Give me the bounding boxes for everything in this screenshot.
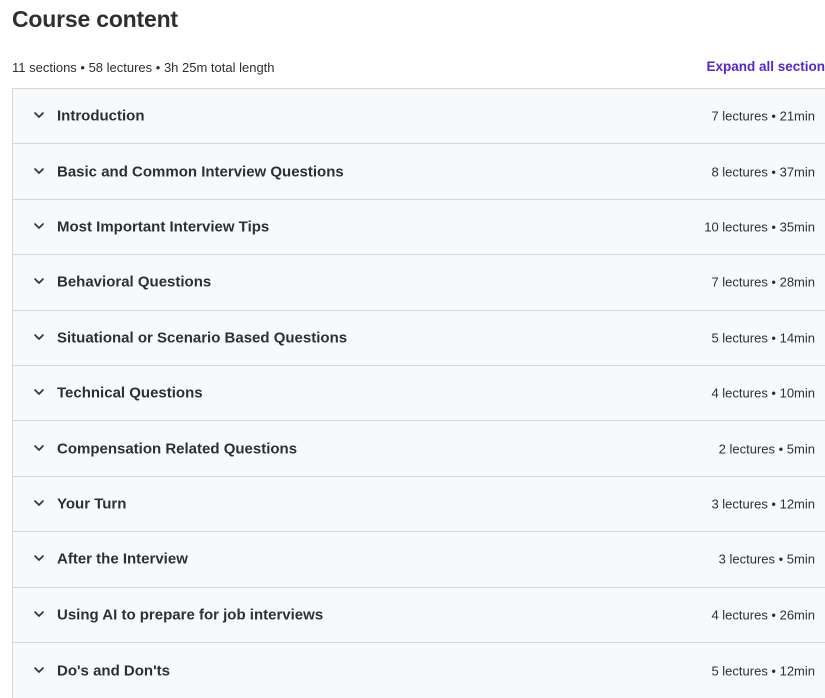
chevron-down-icon: [33, 497, 45, 509]
section-meta: 7 lectures • 28min: [711, 274, 815, 290]
section-title: Introduction: [57, 107, 145, 125]
section-row[interactable]: Compensation Related Questions 2 lectures…: [13, 421, 825, 477]
section-meta: 4 lectures • 26min: [711, 607, 815, 623]
section-title: Basic and Common Interview Questions: [57, 163, 344, 181]
section-title: Your Turn: [57, 495, 127, 513]
section-title: After the Interview: [57, 550, 188, 568]
section-row[interactable]: Do's and Don'ts 5 lectures • 12min: [13, 642, 825, 698]
section-meta: 2 lectures • 5min: [718, 441, 815, 457]
chevron-down-icon: [33, 220, 45, 232]
section-row[interactable]: Basic and Common Interview Questions 8 le…: [13, 144, 825, 200]
section-title: Behavioral Questions: [57, 273, 212, 291]
chevron-down-icon: [33, 331, 45, 343]
chevron-down-icon: [33, 608, 45, 620]
chevron-down-icon: [33, 552, 45, 564]
section-title: Do's and Don'ts: [57, 662, 170, 680]
chevron-down-icon: [33, 275, 45, 287]
chevron-down-icon: [33, 664, 45, 676]
section-meta: 3 lectures • 5min: [718, 551, 815, 567]
section-title: Using AI to prepare for job interviews: [57, 606, 324, 624]
section-meta: 5 lectures • 14min: [711, 330, 815, 346]
section-row[interactable]: Most Important Interview Tips 10 lectures…: [13, 199, 825, 256]
section-meta: 4 lectures • 10min: [711, 385, 815, 401]
section-title: Technical Questions: [57, 384, 203, 402]
section-meta: 5 lectures • 12min: [711, 663, 815, 679]
chevron-down-icon: [33, 165, 45, 177]
section-row[interactable]: Technical Questions 4 lectures • 10min: [13, 365, 825, 422]
expand-all-sections-button[interactable]: Expand all section: [706, 59, 825, 74]
course-summary: 11 sections • 58 lectures • 3h 25m total…: [12, 60, 275, 75]
section-row[interactable]: Your Turn 3 lectures • 12min: [13, 476, 825, 533]
section-meta: 3 lectures • 12min: [711, 496, 815, 512]
course-content-panel: Course content 11 sections • 58 lectures…: [0, 0, 825, 698]
section-row[interactable]: Situational or Scenario Based Questions 5…: [13, 310, 825, 366]
section-row[interactable]: Behavioral Questions 7 lectures • 28min: [13, 255, 825, 311]
section-row[interactable]: Introduction 7 lectures • 21min: [13, 89, 825, 145]
chevron-down-icon: [33, 109, 45, 121]
course-summary-row: 11 sections • 58 lectures • 3h 25m total…: [12, 58, 825, 78]
sections-list: Introduction 7 lectures • 21min Basic and …: [12, 88, 825, 698]
section-meta: 10 lectures • 35min: [704, 219, 815, 235]
page-title: Course content: [12, 6, 178, 32]
chevron-down-icon: [33, 386, 45, 398]
section-title: Situational or Scenario Based Questions: [57, 329, 348, 347]
section-row[interactable]: After the Interview 3 lectures • 5min: [13, 532, 825, 588]
section-title: Compensation Related Questions: [57, 440, 298, 458]
chevron-down-icon: [33, 442, 45, 454]
section-title: Most Important Interview Tips: [57, 218, 270, 236]
section-row[interactable]: Using AI to prepare for job interviews 4 …: [13, 587, 825, 643]
section-meta: 8 lectures • 37min: [711, 164, 815, 180]
section-meta: 7 lectures • 21min: [711, 108, 815, 124]
